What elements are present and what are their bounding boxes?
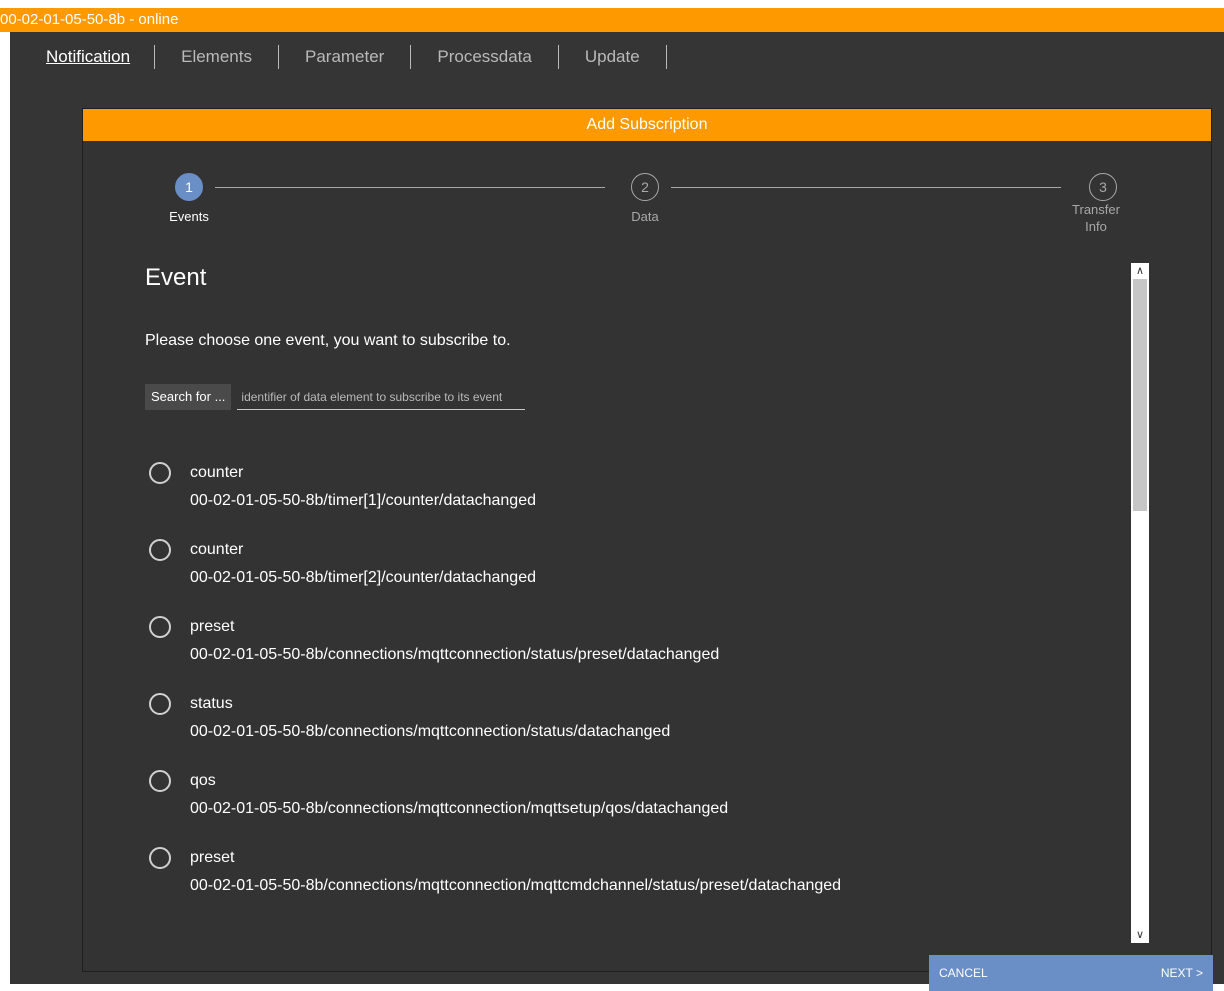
list-item[interactable]: preset 00-02-01-05-50-8b/connections/mqt… (147, 845, 1137, 922)
list-item[interactable]: counter 00-02-01-05-50-8b/timer[1]/count… (147, 460, 1137, 537)
list-item[interactable]: preset 00-02-01-05-50-8b/connections/mqt… (147, 614, 1137, 691)
step-3-label: Transfer Info (1072, 202, 1120, 234)
event-name: counter (190, 464, 244, 481)
event-scroll-area[interactable]: Event Please choose one event, you want … (83, 264, 1143, 944)
chevron-up-icon[interactable]: ∧ (1131, 263, 1149, 279)
event-path: 00-02-01-05-50-8b/connections/mqttconnec… (190, 877, 842, 894)
step-1-label: Events (169, 209, 209, 224)
dialog-title: Add Subscription (83, 109, 1211, 141)
main-area: Notification Elements Parameter Processd… (10, 32, 1224, 991)
top-nav: Notification Elements Parameter Processd… (46, 43, 693, 71)
tab-notification[interactable]: Notification (46, 45, 156, 69)
event-path: 00-02-01-05-50-8b/connections/mqttconnec… (190, 723, 671, 740)
list-item[interactable]: status 00-02-01-05-50-8b/connections/mqt… (147, 691, 1137, 768)
cancel-button[interactable]: CANCEL (939, 966, 988, 980)
radio-button[interactable] (149, 539, 171, 561)
tab-elements[interactable]: Elements (181, 45, 279, 69)
event-name: status (190, 695, 233, 712)
section-description: Please choose one event, you want to sub… (145, 332, 511, 349)
scroll-thumb[interactable] (1133, 279, 1147, 511)
search-row: Search for ... (145, 384, 526, 410)
event-name: preset (190, 849, 235, 866)
list-item[interactable]: qos 00-02-01-05-50-8b/connections/mqttco… (147, 768, 1137, 845)
event-name: qos (190, 772, 216, 789)
next-button[interactable]: NEXT > (1161, 966, 1203, 980)
step-1-circle[interactable]: 1 (175, 173, 203, 201)
event-path: 00-02-01-05-50-8b/connections/mqttconnec… (190, 800, 729, 817)
radio-button[interactable] (149, 847, 171, 869)
app-window: 00-02-01-05-50-8b - online Notification … (0, 0, 1224, 991)
vertical-scrollbar[interactable]: ∧ ∨ (1131, 263, 1149, 943)
search-input[interactable] (237, 384, 526, 410)
event-list: counter 00-02-01-05-50-8b/timer[1]/count… (147, 460, 1137, 922)
event-path: 00-02-01-05-50-8b/timer[2]/counter/datac… (190, 569, 536, 586)
event-name: counter (190, 541, 244, 558)
step-3-circle[interactable]: 3 (1089, 173, 1117, 201)
list-item[interactable]: counter 00-02-01-05-50-8b/timer[2]/count… (147, 537, 1137, 614)
top-edge (0, 0, 1224, 8)
left-edge (0, 32, 10, 984)
step-connector-2 (671, 187, 1061, 188)
radio-button[interactable] (149, 693, 171, 715)
window-title: 00-02-01-05-50-8b - online (0, 8, 1224, 32)
search-label: Search for ... (145, 384, 232, 410)
add-subscription-dialog: Add Subscription 1 Events 2 Data 3 Trans… (82, 108, 1213, 991)
event-path: 00-02-01-05-50-8b/timer[1]/counter/datac… (190, 492, 536, 509)
chevron-down-icon[interactable]: ∨ (1131, 927, 1149, 943)
dialog-footer: CANCEL NEXT > (929, 955, 1213, 991)
tab-update[interactable]: Update (585, 45, 667, 69)
step-2-circle[interactable]: 2 (631, 173, 659, 201)
stepper: 1 Events 2 Data 3 Transfer Info (163, 173, 1143, 243)
section-title: Event (145, 264, 207, 291)
event-path: 00-02-01-05-50-8b/connections/mqttconnec… (190, 646, 720, 663)
radio-button[interactable] (149, 616, 171, 638)
step-2-label: Data (631, 209, 659, 224)
tab-parameter[interactable]: Parameter (305, 45, 412, 69)
radio-button[interactable] (149, 770, 171, 792)
step-connector-1 (215, 187, 605, 188)
radio-button[interactable] (149, 462, 171, 484)
tab-processdata[interactable]: Processdata (437, 45, 559, 69)
event-name: preset (190, 618, 235, 635)
